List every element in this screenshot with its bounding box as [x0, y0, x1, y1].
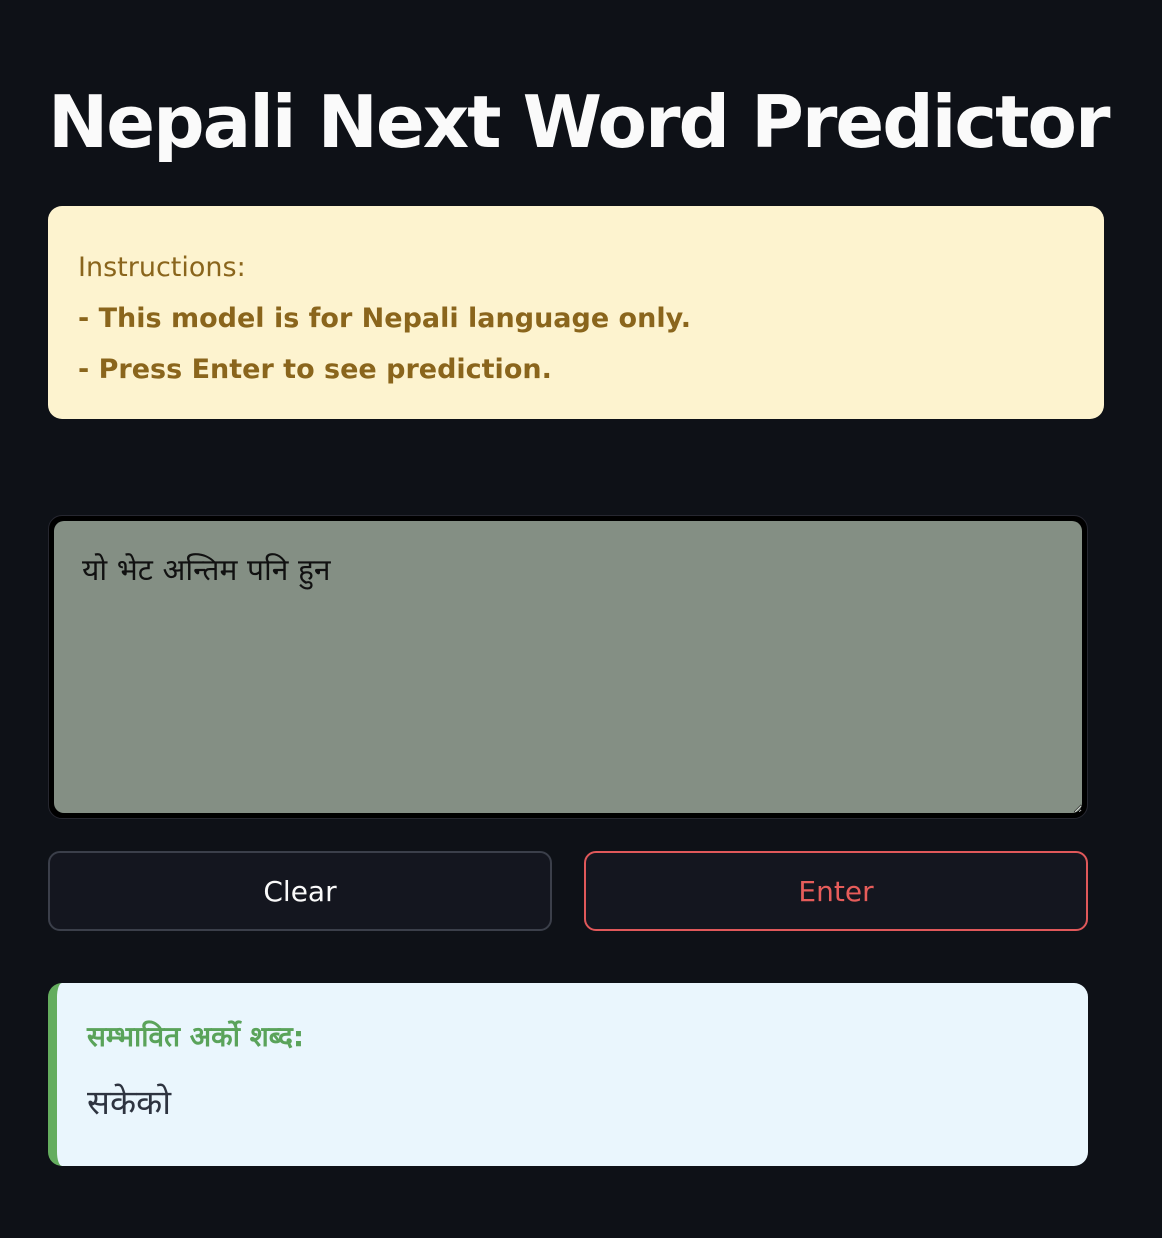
clear-button[interactable]: Clear [48, 851, 552, 931]
enter-button[interactable]: Enter [584, 851, 1088, 931]
instructions-heading: Instructions: [78, 252, 246, 283]
instructions-box: Instructions: - This model is for Nepali… [48, 206, 1104, 419]
prediction-label: सम्भावित अर्को शब्द: [87, 1020, 305, 1053]
predicted-word: सकेको [87, 1083, 172, 1123]
nepali-text-input[interactable]: यो भेट अन्तिम पनि हुन [54, 521, 1082, 813]
instruction-line-language: - This model is for Nepali language only… [78, 303, 691, 334]
text-input-container: यो भेट अन्तिम पनि हुन [48, 515, 1088, 819]
page-title: Nepali Next Word Predictor [48, 80, 1110, 164]
prediction-result-box: सम्भावित अर्को शब्द: सकेको [48, 983, 1088, 1166]
instruction-line-enter: - Press Enter to see prediction. [78, 354, 552, 385]
